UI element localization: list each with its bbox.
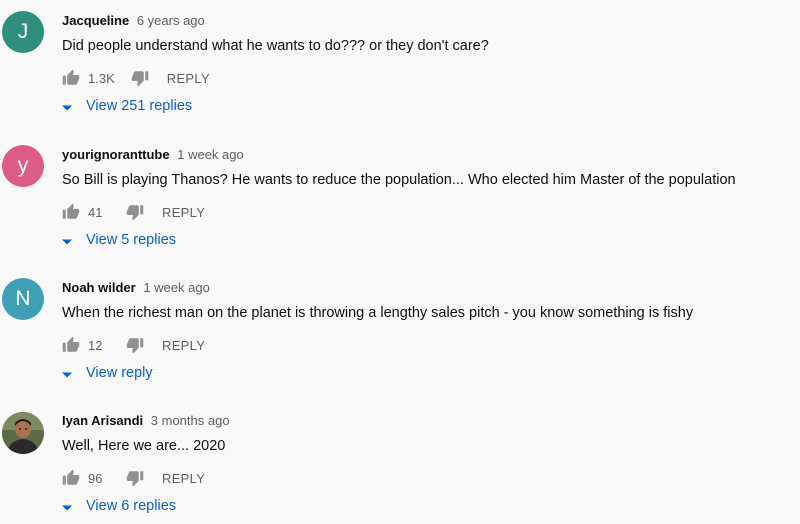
- author-name[interactable]: yourignoranttube: [62, 147, 170, 162]
- comment-header: yourignoranttube 1 week ago: [62, 146, 244, 164]
- avatar-letter: y: [17, 154, 29, 177]
- thumbs-down-icon[interactable]: [126, 336, 144, 354]
- comment-actions: 96 REPLY: [62, 468, 205, 488]
- thumbs-down-icon[interactable]: [131, 69, 149, 87]
- comment-text: So Bill is playing Thanos? He wants to r…: [62, 172, 736, 188]
- like-count: 41: [88, 204, 103, 220]
- view-replies-button[interactable]: View reply: [62, 365, 153, 381]
- comment-timestamp[interactable]: 3 months ago: [151, 413, 230, 428]
- avatar[interactable]: y: [2, 145, 44, 187]
- comment-text: Well, Here we are... 2020: [62, 438, 226, 454]
- avatar[interactable]: [2, 412, 44, 454]
- view-replies-label: View reply: [86, 365, 153, 381]
- author-name[interactable]: Jacqueline: [62, 13, 129, 28]
- comment-text: When the richest man on the planet is th…: [62, 305, 694, 321]
- reply-button[interactable]: REPLY: [162, 338, 205, 353]
- view-replies-button[interactable]: View 251 replies: [62, 98, 192, 114]
- avatar-letter: N: [15, 287, 31, 310]
- comment-header: Iyan Arisandi 3 months ago: [62, 412, 230, 430]
- view-replies-label: View 5 replies: [86, 232, 177, 248]
- comment-header: Noah wilder 1 week ago: [62, 279, 210, 297]
- comment-header: Jacqueline 6 years ago: [62, 12, 205, 30]
- avatar[interactable]: J: [2, 11, 44, 53]
- comment-actions: 12 REPLY: [62, 335, 205, 355]
- view-replies-button[interactable]: View 6 replies: [62, 498, 176, 514]
- like-count: 12: [88, 337, 103, 353]
- comment-text: Did people understand what he wants to d…: [62, 38, 489, 54]
- profile-photo-icon: [2, 412, 44, 454]
- thumbs-up-icon[interactable]: [62, 203, 80, 221]
- thumbs-up-icon[interactable]: [62, 469, 80, 487]
- comment-timestamp[interactable]: 1 week ago: [177, 147, 244, 162]
- author-name[interactable]: Noah wilder: [62, 280, 136, 295]
- comment-timestamp[interactable]: 6 years ago: [137, 13, 205, 28]
- like-count: 1.3K: [88, 70, 115, 86]
- view-replies-label: View 6 replies: [86, 498, 177, 514]
- reply-button[interactable]: REPLY: [162, 205, 205, 220]
- view-replies-button[interactable]: View 5 replies: [62, 232, 176, 248]
- avatar[interactable]: N: [2, 278, 44, 320]
- caret-down-icon: [62, 368, 72, 378]
- thumbs-down-icon[interactable]: [126, 203, 144, 221]
- comment-actions: 1.3K REPLY: [62, 68, 210, 88]
- caret-down-icon: [62, 235, 72, 245]
- comment-actions: 41 REPLY: [62, 202, 205, 222]
- caret-down-icon: [62, 501, 72, 511]
- like-count: 96: [88, 470, 103, 486]
- comment-timestamp[interactable]: 1 week ago: [143, 280, 210, 295]
- reply-button[interactable]: REPLY: [162, 471, 205, 486]
- thumbs-up-icon[interactable]: [62, 69, 80, 87]
- author-name[interactable]: Iyan Arisandi: [62, 413, 143, 428]
- thumbs-down-icon[interactable]: [126, 469, 144, 487]
- reply-button[interactable]: REPLY: [167, 71, 210, 86]
- avatar-letter: J: [17, 20, 29, 43]
- view-replies-label: View 251 replies: [86, 98, 193, 114]
- thumbs-up-icon[interactable]: [62, 336, 80, 354]
- caret-down-icon: [62, 101, 72, 111]
